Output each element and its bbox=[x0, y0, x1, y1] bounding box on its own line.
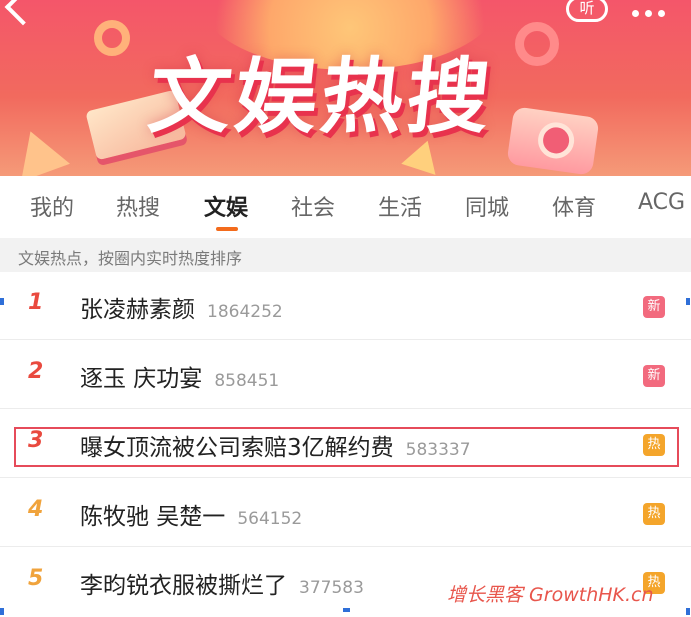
tab-hot-search[interactable]: 热搜 bbox=[116, 190, 160, 222]
item-title[interactable]: 陈牧驰 吴楚一 564152 bbox=[80, 497, 302, 531]
item-title-text: 逐玉 庆功宴 bbox=[80, 366, 203, 392]
item-title[interactable]: 李昀锐衣服被撕烂了 377583 bbox=[80, 566, 364, 600]
more-options-icon[interactable] bbox=[632, 2, 672, 17]
decorative-ring-icon bbox=[515, 22, 559, 66]
new-badge: 新 bbox=[643, 296, 665, 318]
tab-mine[interactable]: 我的 bbox=[30, 190, 74, 222]
heat-count: 377583 bbox=[299, 578, 364, 598]
highlight-box bbox=[14, 427, 679, 467]
watermark: 增长黑客 GrowthHK.cn bbox=[447, 584, 654, 606]
page-title: 文娱热搜 bbox=[144, 50, 499, 145]
rank-number: 2 bbox=[28, 359, 44, 384]
item-title[interactable]: 张凌赫素颜 1864252 bbox=[80, 290, 283, 324]
new-badge: 新 bbox=[643, 365, 665, 387]
rank-number: 5 bbox=[28, 566, 44, 591]
hot-badge: 热 bbox=[643, 503, 665, 525]
camera-icon bbox=[506, 106, 600, 176]
heat-count: 1864252 bbox=[207, 302, 283, 322]
active-tab-indicator bbox=[216, 227, 238, 231]
list-item[interactable]: 1 张凌赫素颜 1864252 新 bbox=[0, 272, 691, 340]
item-title-text: 张凌赫素颜 bbox=[80, 297, 195, 323]
tab-sports[interactable]: 体育 bbox=[552, 190, 596, 222]
tab-acg[interactable]: ACG bbox=[638, 190, 685, 215]
list-item[interactable]: 4 陈牧驰 吴楚一 564152 热 bbox=[0, 479, 691, 547]
listen-button[interactable]: 听 bbox=[566, 0, 608, 22]
heat-count: 858451 bbox=[214, 371, 280, 391]
rank-number: 1 bbox=[28, 290, 44, 315]
item-title-text: 李昀锐衣服被撕烂了 bbox=[80, 573, 287, 599]
rank-number: 4 bbox=[28, 497, 44, 522]
item-title[interactable]: 逐玉 庆功宴 858451 bbox=[80, 359, 279, 393]
decorative-triangle-icon bbox=[6, 122, 70, 176]
category-tabs: 我的 热搜 文娱 社会 生活 同城 体育 ACG bbox=[0, 176, 691, 238]
listen-label: 听 bbox=[579, 0, 595, 17]
selection-marker bbox=[0, 298, 4, 305]
selection-marker bbox=[686, 608, 690, 615]
tab-local[interactable]: 同城 bbox=[465, 190, 509, 222]
selection-marker bbox=[686, 298, 690, 305]
decorative-ring-icon bbox=[94, 20, 130, 56]
selection-marker bbox=[0, 608, 4, 615]
hint-text: 文娱热点，按圈内实时热度排序 bbox=[18, 249, 243, 268]
back-arrow-icon[interactable] bbox=[4, 0, 42, 26]
item-title-text: 陈牧驰 吴楚一 bbox=[80, 504, 226, 530]
selection-marker bbox=[343, 608, 350, 612]
tab-entertainment[interactable]: 文娱 bbox=[204, 190, 248, 222]
header-banner: 文娱热搜 听 bbox=[0, 0, 691, 176]
heat-count: 564152 bbox=[237, 509, 303, 529]
tab-society[interactable]: 社会 bbox=[291, 190, 335, 222]
tab-life[interactable]: 生活 bbox=[378, 190, 422, 222]
list-item[interactable]: 2 逐玉 庆功宴 858451 新 bbox=[0, 341, 691, 409]
hint-bar: 文娱热点，按圈内实时热度排序 bbox=[0, 238, 691, 272]
